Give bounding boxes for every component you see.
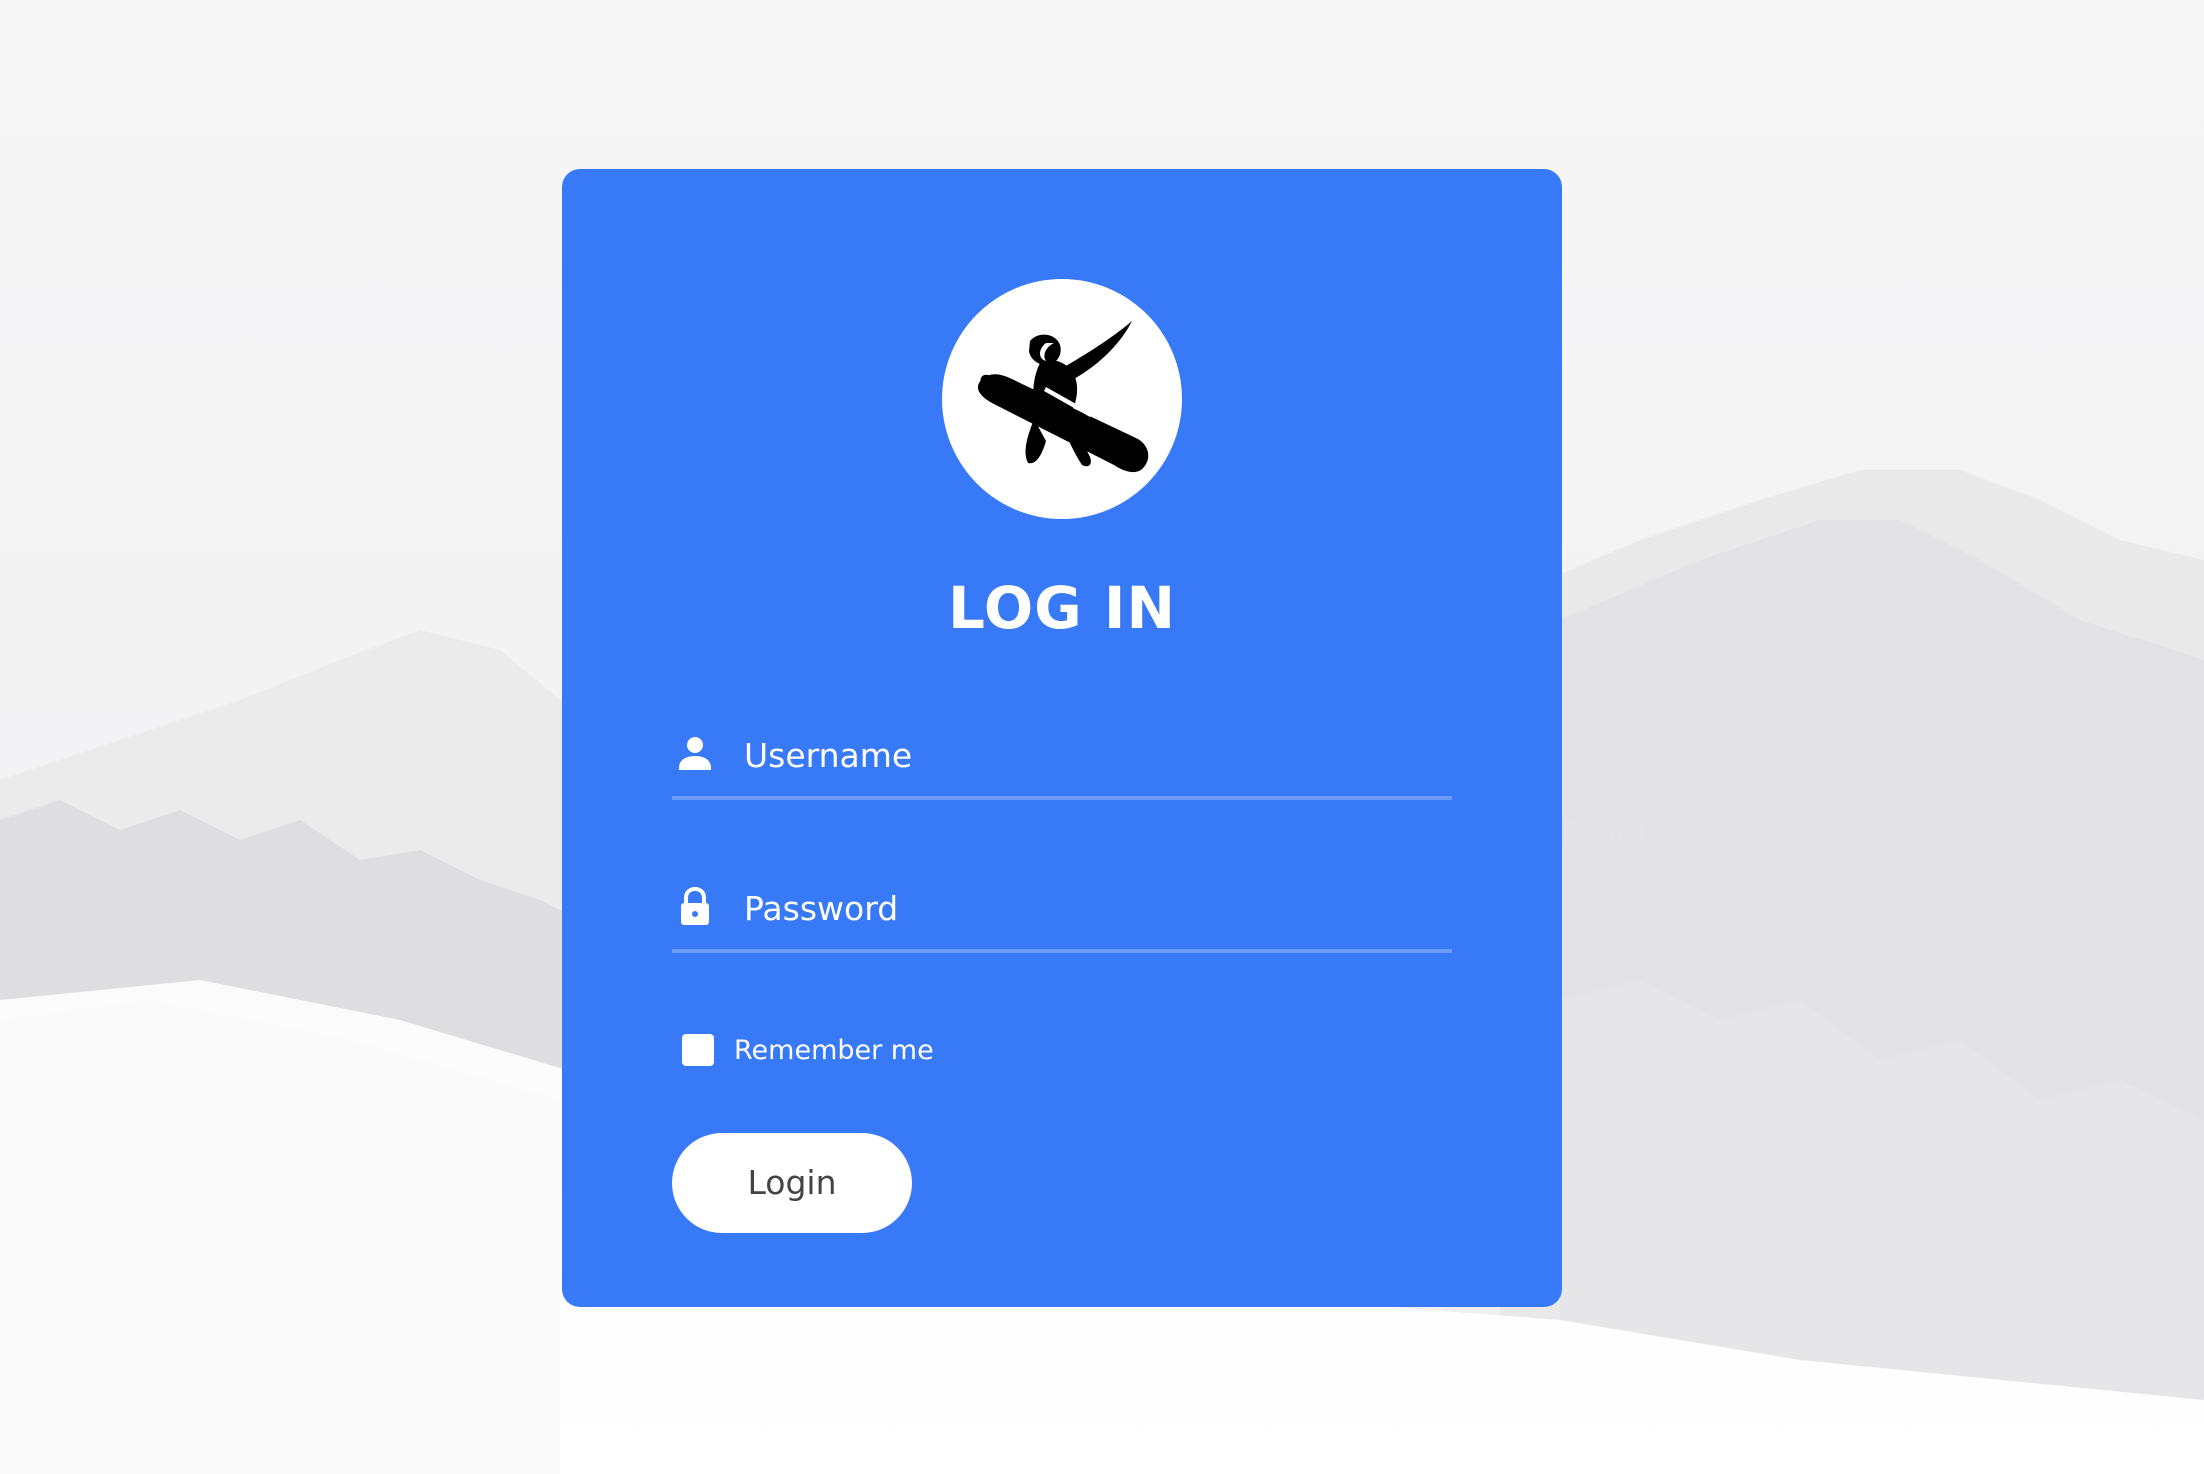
login-card: LOG IN Remember me Login bbox=[562, 169, 1562, 1307]
username-field bbox=[672, 716, 1452, 800]
login-button[interactable]: Login bbox=[672, 1133, 912, 1233]
logo-avatar bbox=[942, 279, 1182, 519]
snowboarder-icon bbox=[977, 321, 1149, 473]
user-icon bbox=[679, 737, 711, 770]
remember-me-label: Remember me bbox=[734, 1034, 934, 1066]
username-input[interactable] bbox=[744, 726, 1434, 784]
register-link[interactable]: Register bbox=[1562, 815, 1677, 848]
password-input[interactable] bbox=[744, 879, 1434, 937]
remember-me-checkbox[interactable] bbox=[682, 1034, 714, 1066]
remember-me: Remember me bbox=[682, 1030, 934, 1070]
page-title: LOG IN bbox=[947, 574, 1177, 642]
password-field bbox=[672, 869, 1452, 953]
lock-icon bbox=[681, 887, 709, 925]
